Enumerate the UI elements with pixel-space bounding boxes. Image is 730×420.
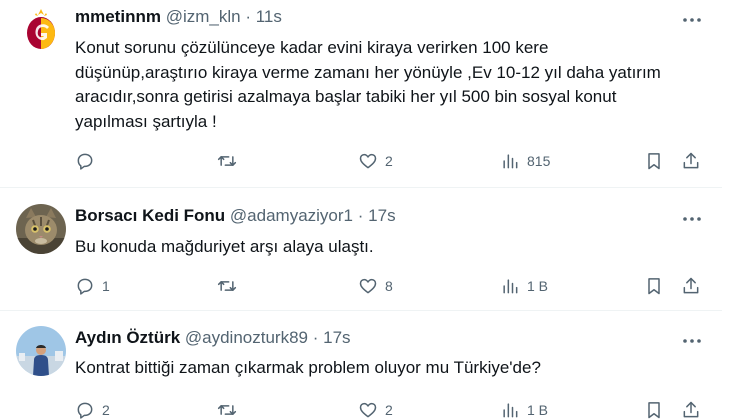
action-bar: 2 2 1 B xyxy=(75,397,705,420)
like-button[interactable]: 2 xyxy=(358,397,393,420)
user-handle[interactable]: @izm_kln xyxy=(166,7,241,26)
heart-icon xyxy=(359,153,377,169)
view-count: 1 B xyxy=(527,402,549,418)
bookmark-button[interactable] xyxy=(644,148,664,174)
share-button[interactable] xyxy=(681,273,701,299)
reply-button[interactable]: 1 xyxy=(75,273,110,299)
tweet[interactable]: mmetinnm @izm_kln · 11s Konut sorunu çöz… xyxy=(0,0,722,187)
user-handle[interactable]: @adamyaziyor1 xyxy=(230,206,353,225)
tweet-text: Kontrat bittiği zaman çıkarmak problem o… xyxy=(75,358,541,377)
bookmark-icon xyxy=(648,402,660,419)
bookmark-icon xyxy=(648,278,660,295)
retweet-button[interactable] xyxy=(217,148,244,174)
share-button[interactable] xyxy=(681,148,701,174)
tweet[interactable]: Borsacı Kedi Fonu @adamyaziyor1 · 17s Bu… xyxy=(0,188,722,310)
more-dots-icon[interactable] xyxy=(680,207,704,231)
heart-icon xyxy=(359,402,377,418)
avatar[interactable] xyxy=(16,204,66,254)
reply-count: 1 xyxy=(102,278,110,294)
action-bar: 2 815 xyxy=(75,148,705,174)
retweet-button[interactable] xyxy=(217,397,244,420)
more-dots-icon[interactable] xyxy=(680,8,704,32)
more-dots-icon[interactable] xyxy=(680,329,704,353)
retweet-icon xyxy=(217,405,237,415)
separator-dot: · xyxy=(312,328,319,347)
bookmark-icon xyxy=(648,153,660,170)
action-bar: 1 8 1 B xyxy=(75,273,705,299)
tweet-header: mmetinnm @izm_kln · 11s xyxy=(75,6,282,28)
views-icon xyxy=(503,279,518,294)
like-count: 8 xyxy=(385,278,393,294)
reply-icon xyxy=(77,278,93,295)
tweet-text: Konut sorunu çözülünceye kadar evini kir… xyxy=(75,38,661,131)
user-handle[interactable]: @aydinozturk89 xyxy=(185,328,308,347)
share-icon xyxy=(683,401,699,418)
retweet-icon xyxy=(217,156,237,166)
reply-button[interactable]: 2 xyxy=(75,397,110,420)
reply-button[interactable] xyxy=(75,148,102,174)
cat-photo xyxy=(16,204,66,254)
timestamp[interactable]: 17s xyxy=(323,328,350,347)
reply-icon xyxy=(77,402,93,419)
share-icon xyxy=(683,152,699,169)
reply-icon xyxy=(77,153,93,170)
like-count: 2 xyxy=(385,153,393,169)
heart-icon xyxy=(359,278,377,294)
share-button[interactable] xyxy=(681,397,701,420)
tweet[interactable]: Aydın Öztürk @aydinozturk89 · 17s Kontra… xyxy=(0,311,722,420)
display-name[interactable]: Borsacı Kedi Fonu xyxy=(75,206,225,225)
like-count: 2 xyxy=(385,402,393,418)
retweet-icon xyxy=(217,281,237,291)
tweet-header: Aydın Öztürk @aydinozturk89 · 17s xyxy=(75,327,351,349)
views-button[interactable]: 1 B xyxy=(500,273,548,299)
tweet-text: Bu konuda mağduriyet arşı alaya ulaştı. xyxy=(75,237,374,256)
like-button[interactable]: 2 xyxy=(358,148,393,174)
views-icon xyxy=(503,403,518,418)
views-button[interactable]: 815 xyxy=(500,148,550,174)
avatar[interactable] xyxy=(16,4,66,54)
tweet-header: Borsacı Kedi Fonu @adamyaziyor1 · 17s xyxy=(75,205,396,227)
reply-count: 2 xyxy=(102,402,110,418)
bookmark-button[interactable] xyxy=(644,397,664,420)
separator-dot: · xyxy=(245,7,251,26)
views-icon xyxy=(503,154,518,169)
separator-dot: · xyxy=(357,206,364,225)
views-button[interactable]: 1 B xyxy=(500,397,548,420)
retweet-button[interactable] xyxy=(217,273,244,299)
avatar[interactable] xyxy=(16,326,66,376)
timestamp[interactable]: 11s xyxy=(256,7,282,26)
like-button[interactable]: 8 xyxy=(358,273,393,299)
display-name[interactable]: mmetinnm xyxy=(75,7,161,26)
view-count: 815 xyxy=(527,153,551,169)
timestamp[interactable]: 17s xyxy=(368,206,395,225)
galatasaray-logo xyxy=(16,4,66,54)
share-icon xyxy=(683,277,699,294)
person-photo xyxy=(16,326,66,376)
view-count: 1 B xyxy=(527,278,549,294)
reply-feed: mmetinnm @izm_kln · 11s Konut sorunu çöz… xyxy=(0,0,730,420)
bookmark-button[interactable] xyxy=(644,273,664,299)
display-name[interactable]: Aydın Öztürk xyxy=(75,328,180,347)
